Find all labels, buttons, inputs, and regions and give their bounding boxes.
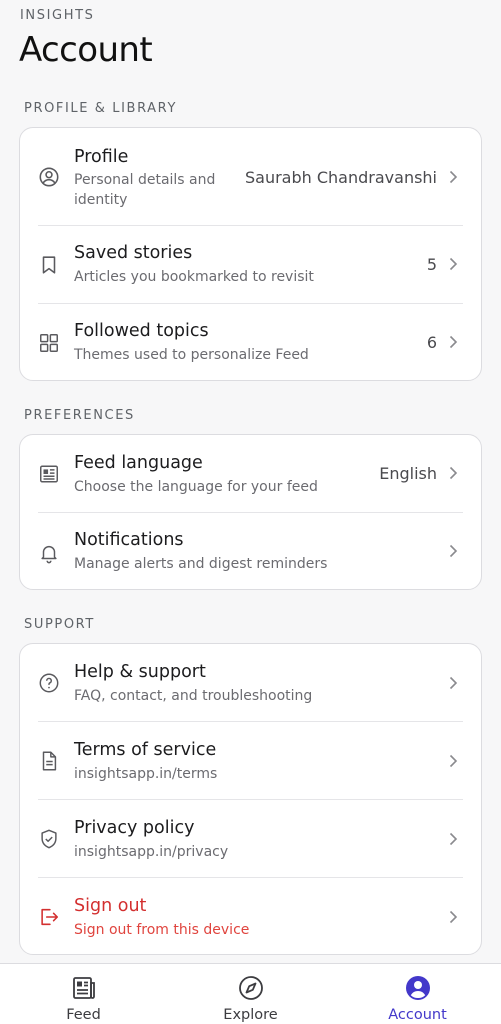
saved-stories-title: Saved stories bbox=[74, 243, 193, 263]
chevron-right-icon bbox=[447, 754, 459, 768]
chevron-right-icon bbox=[447, 257, 459, 271]
feed-language-row[interactable]: Feed language Choose the language for yo… bbox=[20, 435, 481, 513]
feed-language-title: Feed language bbox=[74, 453, 203, 473]
notifications-row[interactable]: Notifications Manage alerts and digest r… bbox=[20, 513, 481, 591]
profile-library-card: Profile Personal details and identity Sa… bbox=[19, 127, 482, 381]
nav-explore-label: Explore bbox=[223, 1007, 278, 1023]
user-circle-icon bbox=[38, 166, 60, 188]
followed-topics-subtitle: Themes used to personalize Feed bbox=[74, 347, 309, 363]
question-circle-icon bbox=[38, 672, 60, 694]
help-support-subtitle: FAQ, contact, and troubleshooting bbox=[74, 688, 313, 704]
terms-title: Terms of service bbox=[74, 740, 217, 760]
chevron-right-icon bbox=[447, 832, 459, 846]
followed-topics-title: Followed topics bbox=[74, 321, 209, 341]
profile-subtitle-line1: Personal details and bbox=[74, 172, 216, 188]
feed-language-subtitle: Choose the language for your feed bbox=[74, 479, 318, 495]
privacy-row[interactable]: Privacy policy insightsapp.in/privacy bbox=[20, 800, 481, 878]
grid-icon bbox=[38, 332, 60, 354]
nav-feed[interactable]: Feed bbox=[0, 964, 167, 1024]
nav-account[interactable]: Account bbox=[334, 964, 501, 1024]
sign-out-title: Sign out bbox=[74, 896, 147, 916]
chevron-right-icon bbox=[447, 466, 459, 480]
sign-out-row[interactable]: Sign out Sign out from this device bbox=[20, 878, 481, 956]
profile-subtitle-line2: identity bbox=[74, 192, 128, 208]
logout-icon bbox=[38, 906, 60, 928]
document-icon bbox=[38, 750, 60, 772]
user-circle-icon bbox=[405, 975, 431, 1001]
chevron-right-icon bbox=[447, 335, 459, 349]
page-title: Account bbox=[19, 30, 153, 70]
chevron-right-icon bbox=[447, 170, 459, 184]
privacy-subtitle: insightsapp.in/privacy bbox=[74, 844, 229, 860]
notifications-title: Notifications bbox=[74, 530, 184, 550]
bell-icon bbox=[38, 542, 60, 564]
compass-icon bbox=[238, 975, 264, 1001]
nav-explore[interactable]: Explore bbox=[167, 964, 334, 1024]
saved-stories-subtitle: Articles you bookmarked to revisit bbox=[74, 269, 314, 285]
help-support-row[interactable]: Help & support FAQ, contact, and trouble… bbox=[20, 644, 481, 722]
section-header-support: SUPPORT bbox=[24, 617, 95, 632]
profile-name-value: Saurabh Chandravanshi bbox=[245, 168, 437, 187]
support-card: Help & support FAQ, contact, and trouble… bbox=[19, 643, 482, 955]
profile-row[interactable]: Profile Personal details and identity Sa… bbox=[20, 128, 481, 226]
chevron-right-icon bbox=[447, 544, 459, 558]
privacy-title: Privacy policy bbox=[74, 818, 195, 838]
notifications-subtitle: Manage alerts and digest reminders bbox=[74, 556, 328, 572]
bottom-nav: Feed Explore Account bbox=[0, 963, 501, 1024]
help-support-title: Help & support bbox=[74, 662, 206, 682]
profile-title: Profile bbox=[74, 147, 129, 167]
shield-check-icon bbox=[38, 828, 60, 850]
followed-topics-row[interactable]: Followed topics Themes used to personali… bbox=[20, 304, 481, 382]
section-header-profile-library: PROFILE & LIBRARY bbox=[24, 101, 178, 116]
followed-topics-count: 6 bbox=[426, 333, 437, 352]
chevron-right-icon bbox=[447, 910, 459, 924]
feed-language-value: English bbox=[379, 464, 437, 483]
nav-account-label: Account bbox=[388, 1007, 447, 1023]
nav-feed-label: Feed bbox=[66, 1007, 101, 1023]
newspaper-icon bbox=[38, 463, 60, 485]
newspaper-icon bbox=[71, 975, 97, 1001]
preferences-card: Feed language Choose the language for yo… bbox=[19, 434, 482, 590]
app-label: INSIGHTS bbox=[20, 8, 95, 23]
terms-row[interactable]: Terms of service insightsapp.in/terms bbox=[20, 722, 481, 800]
section-header-preferences: PREFERENCES bbox=[24, 408, 135, 423]
saved-stories-count: 5 bbox=[426, 255, 437, 274]
saved-stories-row[interactable]: Saved stories Articles you bookmarked to… bbox=[20, 226, 481, 304]
sign-out-subtitle: Sign out from this device bbox=[74, 922, 250, 938]
chevron-right-icon bbox=[447, 676, 459, 690]
terms-subtitle: insightsapp.in/terms bbox=[74, 766, 218, 782]
bookmark-icon bbox=[38, 254, 60, 276]
